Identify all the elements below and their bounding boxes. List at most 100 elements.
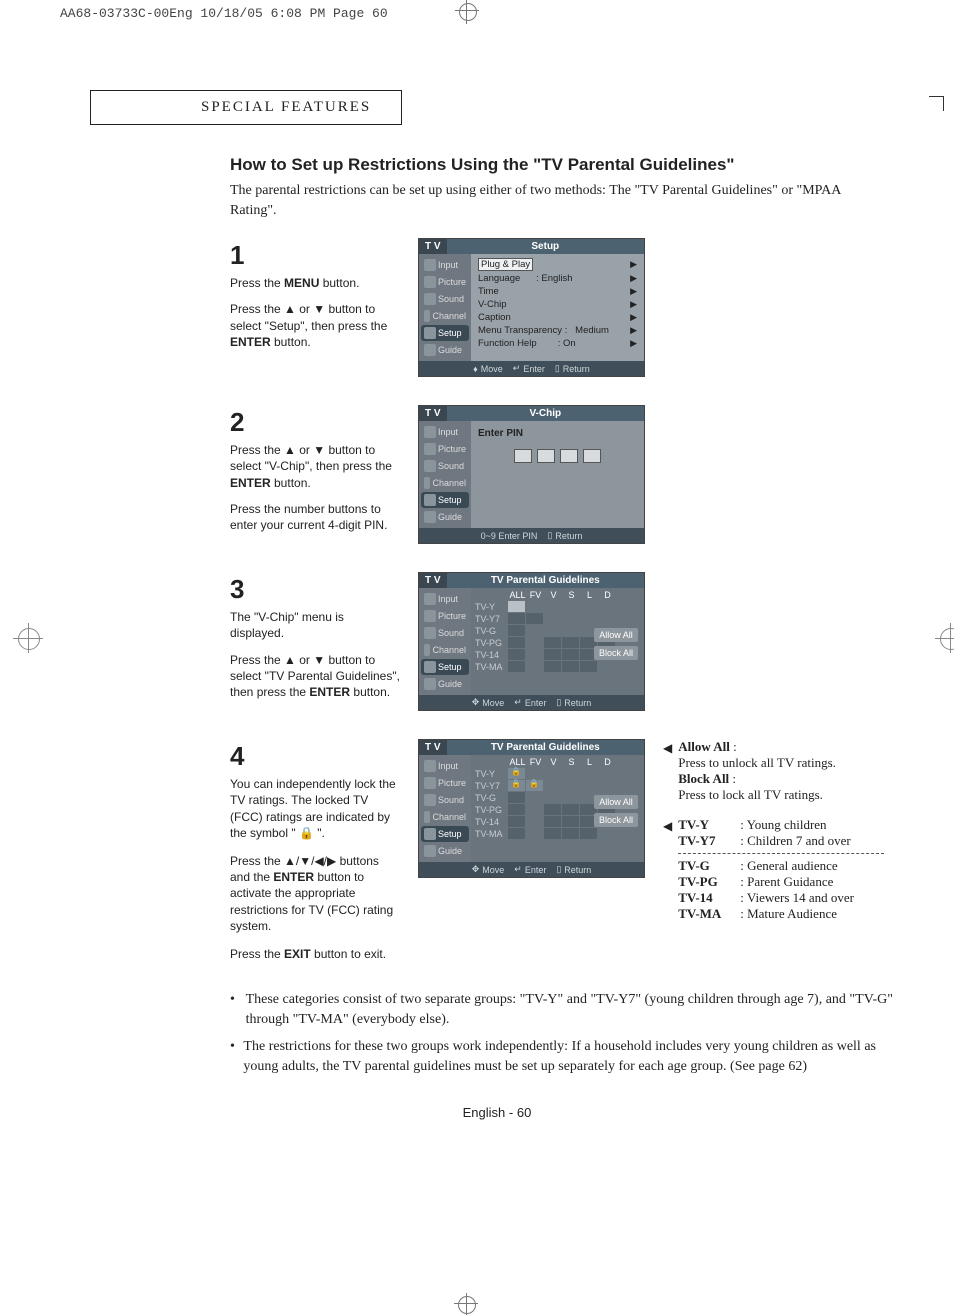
note-2: The restrictions for these two groups wo… [243, 1037, 894, 1076]
side-input: Input [438, 260, 458, 270]
side-channel: Channel [432, 311, 466, 321]
t: button to exit. [311, 947, 386, 961]
t: ENTER [230, 335, 271, 349]
step-num: 2 [230, 405, 400, 440]
t: The "V-Chip" menu is displayed. [230, 609, 400, 641]
input-icon [424, 259, 436, 271]
input-icon [424, 593, 436, 605]
pin-fields [476, 443, 639, 485]
osd-tvpg-2: T VTV Parental Guidelines Input Picture … [418, 739, 645, 878]
t: button. [271, 476, 311, 490]
menu-language: Language [478, 273, 520, 284]
step-1: 1 Press the MENU button. Press the ▲ or … [230, 238, 884, 377]
side-notes: ◀ Allow All : Press to unlock all TV rat… [663, 739, 884, 922]
guide-icon [424, 511, 436, 523]
picture-icon [424, 777, 436, 789]
t: ENTER [230, 476, 271, 490]
sound-icon [424, 460, 436, 472]
allow-all-label: Allow All [678, 739, 730, 754]
block-all-button: Block All [594, 813, 638, 827]
setup-icon [424, 327, 436, 339]
divider [678, 853, 884, 854]
step-num: 4 [230, 739, 400, 774]
guide-icon [424, 845, 436, 857]
page-title: How to Set up Restrictions Using the "TV… [230, 155, 884, 175]
channel-icon [424, 811, 430, 823]
sound-icon [424, 794, 436, 806]
step-4: 4 You can independently lock the TV rati… [230, 739, 884, 962]
guide-icon [424, 344, 436, 356]
step-3: 3 The "V-Chip" menu is displayed. Press … [230, 572, 884, 711]
section-tab: Special Features [90, 90, 402, 125]
t: button. [319, 276, 359, 290]
block-all-text: Press to lock all TV ratings. [678, 787, 823, 802]
allow-all-button: Allow All [594, 795, 638, 809]
sound-icon [424, 627, 436, 639]
menu-func-help-val: : On [558, 338, 576, 349]
t: MENU [284, 276, 319, 290]
osd-tvpg-1: T VTV Parental Guidelines Input Picture … [418, 572, 645, 711]
menu-transparency-val: Medium [575, 325, 609, 336]
t: Press the ▲ or ▼ button to select "V-Chi… [230, 443, 392, 473]
step-num: 1 [230, 238, 400, 273]
foot-return: ▯ Return [547, 530, 582, 541]
menu-plug-play: Plug & Play [478, 258, 533, 271]
foot-enter: ↵ Enter [513, 363, 545, 374]
osd-vchip-pin: T VV-Chip Input Picture Sound Channel Se… [418, 405, 645, 544]
osd-title: Setup [447, 239, 644, 254]
osd-setup: T VSetup Input Picture Sound Channel Set… [418, 238, 645, 377]
guide-icon [424, 678, 436, 690]
enter-pin-label: Enter PIN [476, 424, 639, 443]
setup-icon [424, 828, 436, 840]
menu-caption: Caption [478, 312, 511, 323]
page-footer: English - 60 [100, 1105, 894, 1120]
osd-tv-label: T V [419, 239, 447, 254]
foot-pin: 0~9 Enter PIN [481, 530, 538, 541]
allow-all-button: Allow All [594, 628, 638, 642]
pointer-icon: ◀ [663, 739, 672, 756]
allow-all-text: Press to unlock all TV ratings. [678, 755, 836, 770]
intro-text: The parental restrictions can be set up … [230, 181, 884, 220]
t: ENTER [309, 685, 350, 699]
t: Press the [230, 947, 284, 961]
menu-vchip: V-Chip [478, 299, 507, 310]
channel-icon [424, 310, 430, 322]
t: You can independently lock the TV rating… [230, 776, 400, 841]
channel-icon [424, 477, 430, 489]
t: button. [271, 335, 311, 349]
t: button. [350, 685, 390, 699]
pointer-icon: ◀ [663, 817, 672, 834]
t: Press the ▲ or ▼ button to select "Setup… [230, 302, 387, 332]
input-icon [424, 426, 436, 438]
side-picture: Picture [438, 277, 466, 287]
side-sound: Sound [438, 294, 464, 304]
input-icon [424, 760, 436, 772]
osd-title: V-Chip [447, 406, 644, 421]
step-2: 2 Press the ▲ or ▼ button to select "V-C… [230, 405, 884, 544]
picture-icon [424, 610, 436, 622]
side-guide: Guide [438, 345, 462, 355]
osd-tv-label: T V [419, 406, 447, 421]
t: Press the number buttons to enter your c… [230, 501, 400, 533]
note-1: These categories consist of two separate… [246, 990, 894, 1029]
step-num: 3 [230, 572, 400, 607]
t: EXIT [284, 947, 311, 961]
block-all-label: Block All [678, 771, 729, 786]
side-setup: Setup [438, 328, 462, 338]
picture-icon [424, 276, 436, 288]
menu-time: Time [478, 286, 499, 297]
block-all-button: Block All [594, 646, 638, 660]
notes: •These categories consist of two separat… [230, 990, 894, 1076]
t: Press the [230, 276, 284, 290]
foot-return: ▯ Return [555, 363, 590, 374]
picture-icon [424, 443, 436, 455]
sound-icon [424, 293, 436, 305]
menu-language-val: : English [536, 273, 572, 284]
channel-icon [424, 644, 430, 656]
setup-icon [424, 661, 436, 673]
setup-icon [424, 494, 436, 506]
menu-func-help: Function Help [478, 338, 537, 349]
t: ENTER [273, 870, 314, 884]
menu-transparency: Menu Transparency : [478, 325, 567, 336]
foot-move: ♦ Move [473, 363, 503, 374]
